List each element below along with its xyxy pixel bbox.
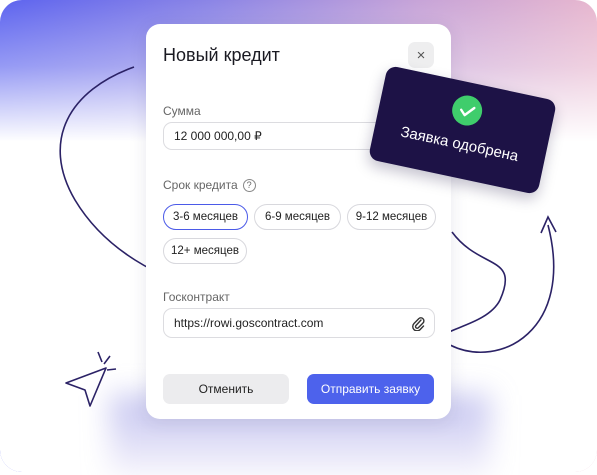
term-label: Срок кредита xyxy=(163,178,238,192)
amount-input[interactable]: 12 000 000,00 ₽ xyxy=(163,122,390,150)
paperclip-icon[interactable] xyxy=(411,315,425,331)
close-button[interactable]: × xyxy=(408,42,434,68)
cursor-icon xyxy=(65,351,117,407)
submit-button[interactable]: Отправить заявку xyxy=(307,374,434,404)
help-icon[interactable]: ? xyxy=(242,179,256,193)
check-circle-icon xyxy=(449,92,485,129)
approved-badge-text: Заявка одобрена xyxy=(399,123,520,165)
cancel-button[interactable]: Отменить xyxy=(163,374,289,404)
amount-label: Сумма xyxy=(163,104,201,118)
term-option-9-12[interactable]: 9-12 месяцев xyxy=(347,204,436,230)
close-icon: × xyxy=(416,46,426,64)
term-option-6-9[interactable]: 6-9 месяцев xyxy=(254,204,341,230)
contract-value: https://rowi.goscontract.com xyxy=(174,316,324,330)
amount-value: 12 000 000,00 ₽ xyxy=(174,129,262,143)
contract-input[interactable]: https://rowi.goscontract.com xyxy=(163,308,435,338)
dialog-title: Новый кредит xyxy=(163,45,280,65)
term-option-12-plus[interactable]: 12+ месяцев xyxy=(163,238,247,264)
contract-label: Госконтракт xyxy=(163,290,230,304)
term-option-3-6[interactable]: 3-6 месяцев xyxy=(163,204,248,230)
right-arrow-curve xyxy=(441,224,555,354)
term-label-row: Срок кредита? xyxy=(163,178,256,193)
